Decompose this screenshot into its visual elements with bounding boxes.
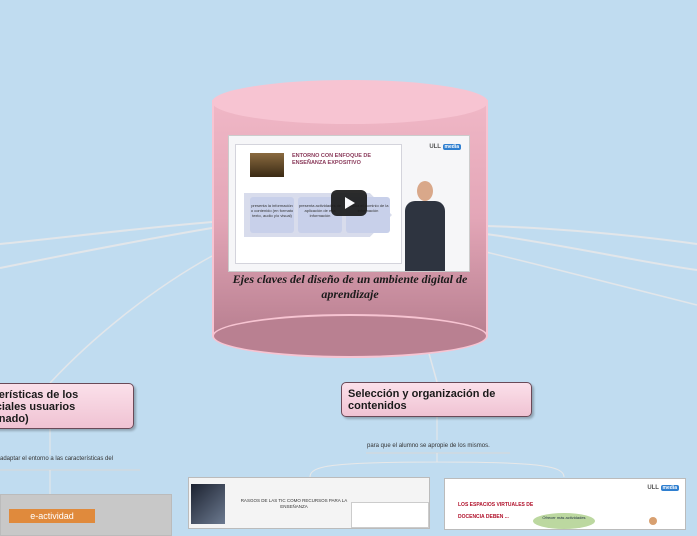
thumb-logo-badge: media (660, 485, 679, 491)
right-note: para que el alumno se apropie de los mis… (367, 443, 490, 449)
embedded-video[interactable]: ENTORNO CON ENFOQUE DE ENSEÑANZA EXPOSIT… (228, 135, 470, 272)
central-cylinder-bottom (212, 314, 488, 358)
left-note: adaptar el entorno a las características… (0, 456, 114, 462)
presenter-head (417, 181, 433, 201)
logo-badge: media (442, 144, 461, 150)
connector-left-lower (0, 227, 213, 269)
video-logo: ULL media (429, 144, 461, 150)
thumb-logo-text: ULL (647, 485, 659, 491)
video-slide: ENTORNO CON ENFOQUE DE ENSEÑANZA EXPOSIT… (235, 144, 402, 264)
connector-right-upper (485, 225, 697, 245)
connector-right-branch (309, 453, 565, 478)
right-node-title: Selección y organización de contenidos (348, 388, 496, 412)
logo-text: ULL (429, 144, 441, 150)
slide-title: ENTORNO CON ENFOQUE DE ENSEÑANZA EXPOSIT… (292, 153, 372, 166)
left-node-line-1: cterísticas de los (0, 389, 79, 401)
thumbnail-left-label: e-actividad (9, 509, 95, 523)
connector-right-bottom (485, 251, 697, 306)
thumbnail-middle-text: RASGOS DE LAS TIC COMO RECURSOS PARA LA … (240, 498, 348, 509)
thumbnail-middle-panel (351, 502, 429, 528)
central-title: Ejes claves del diseño de un ambiente di… (232, 272, 468, 301)
left-node-line-3: mnado) (0, 413, 29, 425)
thumbnail-middle[interactable]: RASGOS DE LAS TIC COMO RECURSOS PARA LA … (188, 477, 430, 529)
thumbnail-left[interactable]: e-actividad (0, 494, 172, 536)
book-icon (250, 153, 284, 177)
presenter-torso (405, 201, 445, 271)
topic-right-contents[interactable]: Selección y organización de contenidos (341, 382, 532, 417)
thumbnail-right-logo: ULL media (647, 485, 679, 491)
thumbnail-right-figure (649, 517, 657, 525)
central-topic[interactable]: ENTORNO CON ENFOQUE DE ENSEÑANZA EXPOSIT… (212, 80, 488, 358)
thumbnail-middle-image (191, 484, 225, 524)
left-node-line-2: nciales usuarios (0, 401, 76, 413)
play-icon[interactable] (331, 190, 367, 216)
slide-box-1: presenta la información o contenido (en … (250, 197, 294, 233)
thumbnail-right-ellipse: Ofrecer más actividades (533, 513, 595, 529)
connector-left-node (49, 255, 213, 384)
central-cylinder-top (212, 80, 488, 124)
topic-left-users[interactable]: cterísticas de los nciales usuarios mnad… (0, 383, 134, 429)
presenter-figure (405, 181, 445, 271)
thumbnail-right[interactable]: LOS ESPACIOS VIRTUALES DE DOCENCIA DEBEN… (444, 478, 686, 530)
